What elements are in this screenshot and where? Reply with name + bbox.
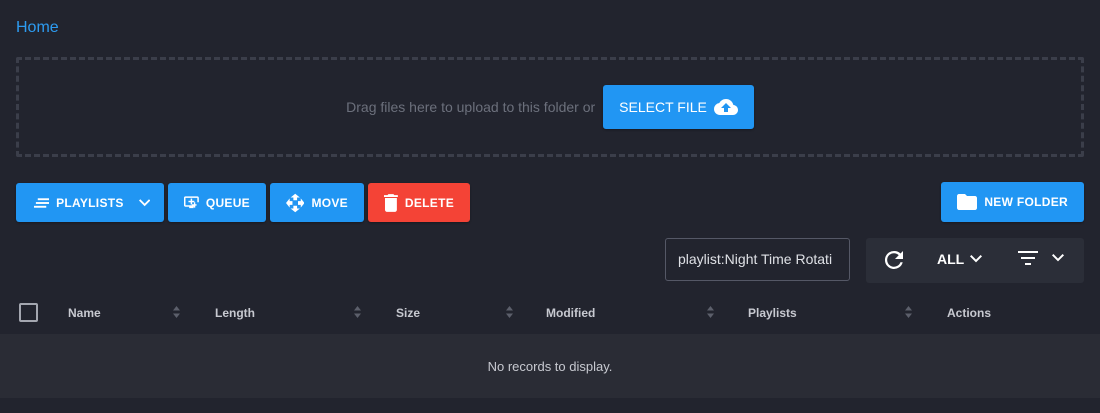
refresh-button[interactable] [884,250,904,270]
empty-message-text: No records to display. [487,358,613,374]
empty-table-message: No records to display. [0,334,1100,398]
chevron-down-icon [138,198,150,206]
cloud-upload-icon [713,99,738,115]
queue-button[interactable]: QUEUE [168,183,266,222]
move-button[interactable]: MOVE [270,183,364,222]
move-label: MOVE [311,195,348,210]
column-header-playlists[interactable]: Playlists [748,306,797,320]
chevron-down-icon [1052,254,1064,262]
refresh-icon [884,250,903,269]
playlist-icon [34,197,50,208]
type-filter-select[interactable]: ALL [937,251,983,267]
playlists-button[interactable]: PLAYLISTS [16,183,164,222]
action-toolbar: PLAYLISTS QUEUE MOVE DELETE [16,183,470,222]
breadcrumb-home[interactable]: Home [16,19,59,37]
delete-button[interactable]: DELETE [368,183,470,222]
upload-dropzone[interactable]: Drag files here to upload to this folder… [16,57,1084,157]
column-header-length[interactable]: Length [215,306,255,320]
column-header-size[interactable]: Size [396,306,420,320]
select-all-checkbox[interactable] [19,303,38,322]
new-folder-button[interactable]: NEW FOLDER [941,182,1084,222]
sort-arrows-icon[interactable] [905,306,912,318]
select-file-label: SELECT FILE [619,99,707,115]
playlists-label: PLAYLISTS [56,195,124,210]
select-file-button[interactable]: SELECT FILE [603,85,754,129]
folder-icon [957,194,978,210]
sort-arrows-icon[interactable] [506,306,513,318]
sort-icon [1018,251,1038,265]
sort-arrows-icon[interactable] [707,306,714,318]
sort-arrows-icon[interactable] [354,306,361,318]
column-header-modified[interactable]: Modified [546,306,595,320]
type-filter-value: ALL [937,251,965,267]
queue-label: QUEUE [205,195,250,210]
dropzone-hint: Drag files here to upload to this folder… [346,99,596,115]
search-input[interactable]: playlist:Night Time Rotati [665,238,850,281]
column-header-name[interactable]: Name [68,306,101,320]
filter-bar: ALL [866,238,1084,283]
sort-arrows-icon[interactable] [173,306,180,318]
sort-select[interactable] [1018,251,1064,265]
table-header: Name Length Size Modified Playlists Acti… [0,293,1100,333]
column-header-actions: Actions [947,306,992,320]
new-folder-label: NEW FOLDER [984,195,1068,209]
queue-add-icon [184,195,199,208]
move-arrows-icon [286,193,305,212]
trash-icon [384,193,398,212]
delete-label: DELETE [404,195,454,210]
chevron-down-icon [970,255,983,263]
